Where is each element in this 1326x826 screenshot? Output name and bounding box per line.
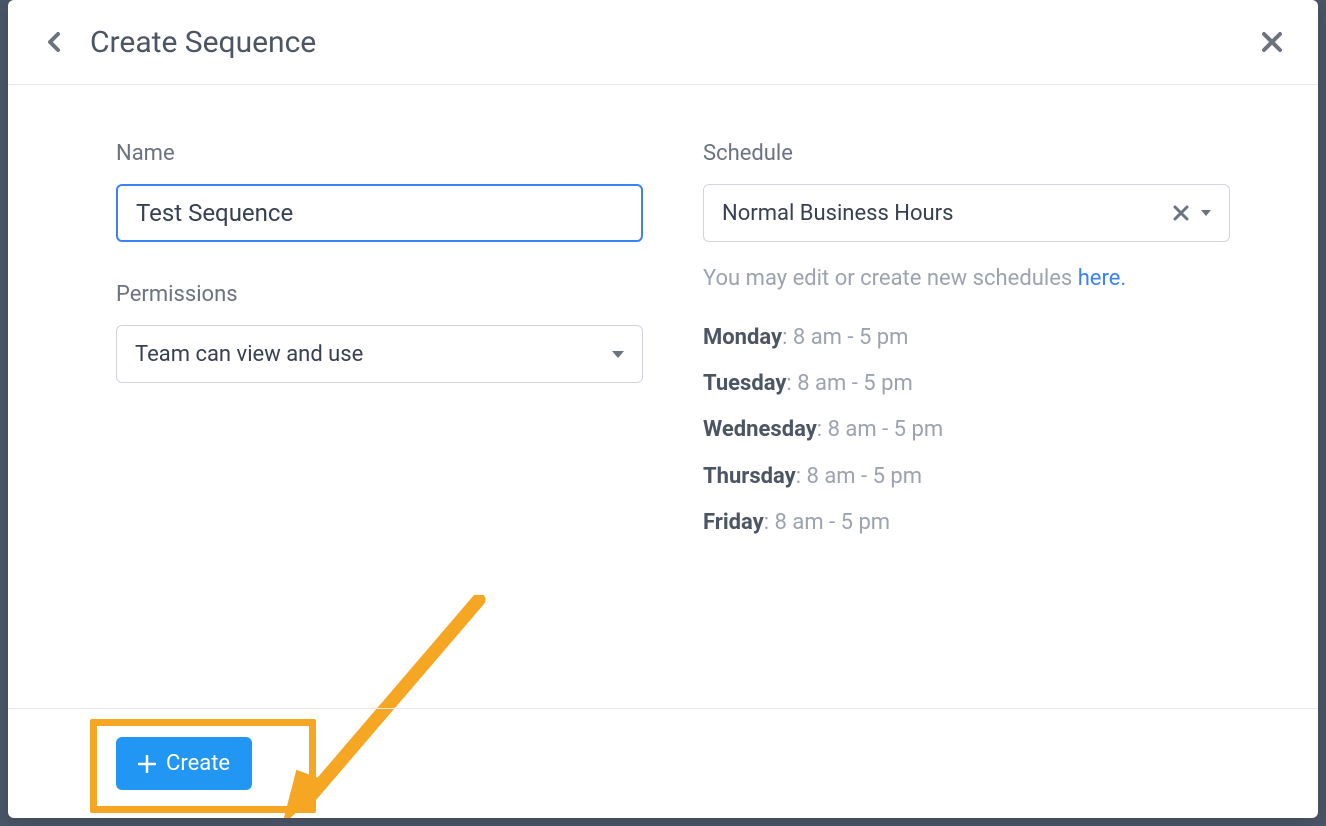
clear-icon[interactable]	[1173, 205, 1189, 221]
schedule-hours: 8 am - 5 pm	[828, 417, 944, 442]
permissions-value: Team can view and use	[135, 342, 363, 367]
schedule-day: Wednesday	[703, 417, 817, 442]
schedule-list: Monday: 8 am - 5 pm Tuesday: 8 am - 5 pm…	[703, 315, 1230, 546]
schedule-item: Thursday: 8 am - 5 pm	[703, 454, 1230, 500]
schedule-hours: 8 am - 5 pm	[793, 325, 909, 350]
create-button[interactable]: Create	[116, 737, 252, 790]
schedule-day: Monday	[703, 325, 782, 350]
schedule-label: Schedule	[703, 141, 1230, 166]
schedule-day: Friday	[703, 510, 764, 535]
schedule-here-link[interactable]: here.	[1078, 266, 1127, 291]
chevron-down-icon	[612, 351, 624, 358]
back-button[interactable]	[36, 24, 72, 60]
chevron-left-icon	[46, 30, 62, 54]
schedule-item: Wednesday: 8 am - 5 pm	[703, 407, 1230, 453]
schedule-select-controls	[1173, 205, 1211, 221]
schedule-item: Tuesday: 8 am - 5 pm	[703, 361, 1230, 407]
chevron-down-icon	[1201, 210, 1211, 216]
schedule-day: Tuesday	[703, 371, 786, 396]
schedule-item: Monday: 8 am - 5 pm	[703, 315, 1230, 361]
schedule-hours: 8 am - 5 pm	[807, 464, 923, 489]
permissions-select-controls	[612, 351, 624, 358]
permissions-label: Permissions	[116, 282, 643, 307]
left-column: Name Permissions Team can view and use	[116, 141, 643, 708]
close-icon	[1260, 30, 1284, 54]
schedule-field-group: Schedule Normal Business Hours You may e…	[703, 141, 1230, 546]
permissions-field-group: Permissions Team can view and use	[116, 282, 643, 383]
modal-footer: Create	[8, 708, 1318, 818]
name-label: Name	[116, 141, 643, 166]
permissions-select[interactable]: Team can view and use	[116, 325, 643, 383]
schedule-hours: 8 am - 5 pm	[775, 510, 891, 535]
schedule-select[interactable]: Normal Business Hours	[703, 184, 1230, 242]
create-sequence-modal: Create Sequence Name Permissions Team ca…	[8, 0, 1318, 818]
schedule-hours: 8 am - 5 pm	[797, 371, 913, 396]
modal-title: Create Sequence	[90, 25, 1254, 60]
name-input[interactable]	[116, 184, 643, 242]
modal-header: Create Sequence	[8, 0, 1318, 85]
schedule-day: Thursday	[703, 464, 796, 489]
right-column: Schedule Normal Business Hours You may e…	[703, 141, 1230, 708]
name-field-group: Name	[116, 141, 643, 242]
plus-icon	[138, 755, 156, 773]
schedule-value: Normal Business Hours	[722, 201, 953, 226]
create-button-label: Create	[166, 751, 230, 776]
schedule-item: Friday: 8 am - 5 pm	[703, 500, 1230, 546]
close-button[interactable]	[1254, 24, 1290, 60]
schedule-helper-text: You may edit or create new schedules her…	[703, 262, 1230, 295]
modal-body: Name Permissions Team can view and use S…	[8, 85, 1318, 708]
